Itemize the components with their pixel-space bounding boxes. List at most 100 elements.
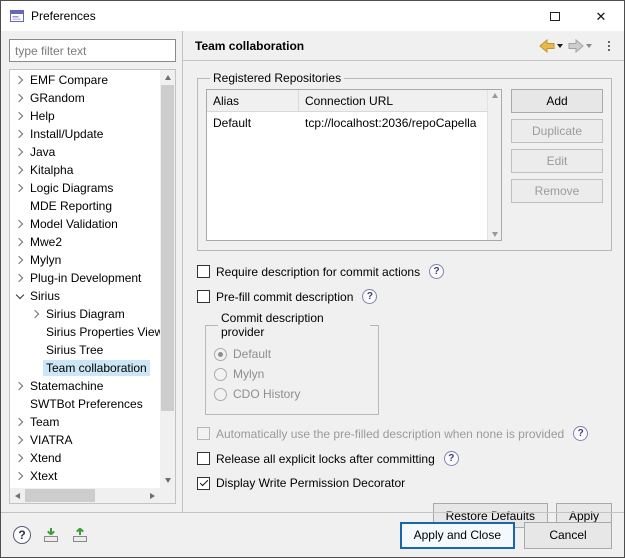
display-decorator-checkbox[interactable] <box>197 477 210 490</box>
table-header: AliasConnection URL <box>207 90 487 112</box>
export-preferences-icon[interactable] <box>71 526 89 544</box>
filter-input[interactable] <box>9 39 176 62</box>
cancel-button[interactable]: Cancel <box>524 522 612 549</box>
prefill-description-checkbox[interactable] <box>197 290 210 303</box>
tree-item[interactable]: Install/Update <box>10 125 160 143</box>
column-header[interactable]: Connection URL <box>299 90 487 111</box>
tree-item-label: Help <box>27 108 58 124</box>
forward-history-dropdown-icon <box>586 44 592 48</box>
commit-description-provider-group: Commit description provider DefaultMylyn… <box>205 311 379 415</box>
scroll-down-icon[interactable] <box>160 473 175 488</box>
registered-repositories-group: Registered Repositories AliasConnection … <box>197 71 612 251</box>
help-icon[interactable]: ? <box>444 451 459 466</box>
scrollbar-thumb[interactable] <box>161 85 174 411</box>
column-header[interactable]: Alias <box>207 90 299 111</box>
expand-chevron[interactable] <box>13 145 27 159</box>
tree-item[interactable]: EMF Compare <box>10 71 160 89</box>
scroll-right-icon[interactable] <box>145 488 160 503</box>
radio-label: Default <box>233 347 271 361</box>
table-row[interactable]: Defaulttcp://localhost:2036/repoCapella <box>207 112 487 133</box>
expand-chevron[interactable] <box>13 451 27 465</box>
tree-item[interactable]: MDE Reporting <box>10 197 160 215</box>
tree-item[interactable]: Sirius Properties View <box>10 323 160 341</box>
radio-label: CDO History <box>233 387 300 401</box>
tree-item[interactable]: Team collaboration <box>10 359 160 377</box>
tree-item[interactable]: Plug-in Development <box>10 269 160 287</box>
provider-radio-list: DefaultMylynCDO History <box>214 347 370 401</box>
expand-chevron[interactable] <box>13 235 27 249</box>
expand-chevron[interactable] <box>13 379 27 393</box>
preferences-tree: EMF CompareGRandomHelpInstall/UpdateJava… <box>10 70 160 488</box>
view-menu-icon[interactable] <box>602 38 616 54</box>
close-button[interactable]: ✕ <box>578 1 624 31</box>
tree-item[interactable]: Sirius <box>10 287 160 305</box>
expand-chevron[interactable] <box>13 73 27 87</box>
tree-item[interactable]: Java <box>10 143 160 161</box>
tree-item[interactable]: Mwe2 <box>10 233 160 251</box>
tree-item-label: Mwe2 <box>27 234 65 250</box>
expand-chevron[interactable] <box>13 181 27 195</box>
help-icon[interactable]: ? <box>13 526 31 544</box>
tree-item-label: Team <box>27 414 62 430</box>
expand-chevron[interactable] <box>13 217 27 231</box>
tree-item[interactable]: VIATRA <box>10 431 160 449</box>
tree-item-label: Plug-in Development <box>27 270 144 286</box>
tree-horizontal-scrollbar[interactable] <box>10 488 160 503</box>
tree-item[interactable]: GRandom <box>10 89 160 107</box>
help-icon[interactable]: ? <box>429 264 444 279</box>
commit-description-provider-label: Commit description provider <box>218 311 370 339</box>
duplicate-button: Duplicate <box>511 119 603 143</box>
expand-chevron[interactable] <box>13 127 27 141</box>
expand-chevron[interactable] <box>13 253 27 267</box>
maximize-button[interactable] <box>532 1 578 31</box>
tree-item[interactable]: Xtend <box>10 449 160 467</box>
tree-item[interactable]: Sirius Tree <box>10 341 160 359</box>
tree-item-label: Kitalpha <box>27 162 76 178</box>
require-description-label: Require description for commit actions <box>216 265 420 279</box>
forward-button[interactable] <box>568 39 592 53</box>
expand-chevron <box>13 199 27 213</box>
tree-item[interactable]: Help <box>10 107 160 125</box>
expand-chevron[interactable] <box>13 91 27 105</box>
apply-and-close-button[interactable]: Apply and Close <box>400 522 515 549</box>
scroll-up-icon <box>492 93 498 98</box>
tree-item[interactable]: Team <box>10 413 160 431</box>
close-icon: ✕ <box>596 10 607 23</box>
expand-chevron[interactable] <box>29 307 43 321</box>
scroll-up-icon[interactable] <box>160 70 175 85</box>
tree-item[interactable]: Model Validation <box>10 215 160 233</box>
expand-chevron[interactable] <box>13 109 27 123</box>
add-button[interactable]: Add <box>511 89 603 113</box>
tree-item[interactable]: Sirius Diagram <box>10 305 160 323</box>
tree-item[interactable]: Kitalpha <box>10 161 160 179</box>
tree-item[interactable]: Xtext <box>10 467 160 485</box>
tree-item-label: Statemachine <box>27 378 106 394</box>
tree-item-label: Model Validation <box>27 216 121 232</box>
release-locks-checkbox[interactable] <box>197 452 210 465</box>
prefill-description-label: Pre-fill commit description <box>216 290 353 304</box>
require-description-checkbox[interactable] <box>197 265 210 278</box>
expand-chevron[interactable] <box>13 433 27 447</box>
alias-cell: Default <box>207 112 299 133</box>
help-icon[interactable]: ? <box>362 289 377 304</box>
expand-chevron[interactable] <box>13 469 27 483</box>
scroll-left-icon[interactable] <box>10 488 25 503</box>
tree-item[interactable]: Statemachine <box>10 377 160 395</box>
table-vertical-scrollbar[interactable] <box>487 90 501 240</box>
tree-item[interactable]: Mylyn <box>10 251 160 269</box>
scrollbar-thumb[interactable] <box>25 489 95 502</box>
tree-item[interactable]: SWTBot Preferences <box>10 395 160 413</box>
preference-page: Team collaboration <box>182 31 624 512</box>
help-icon[interactable]: ? <box>573 426 588 441</box>
tree-item[interactable]: Logic Diagrams <box>10 179 160 197</box>
import-preferences-icon[interactable] <box>42 526 60 544</box>
expand-chevron[interactable] <box>13 163 27 177</box>
maximize-icon <box>550 12 560 21</box>
display-decorator-label: Display Write Permission Decorator <box>216 476 405 490</box>
expand-chevron[interactable] <box>13 271 27 285</box>
expand-chevron[interactable] <box>13 289 27 303</box>
back-button[interactable] <box>539 39 563 53</box>
expand-chevron[interactable] <box>13 415 27 429</box>
tree-vertical-scrollbar[interactable] <box>160 70 175 488</box>
preferences-dialog: Preferences ✕ EMF CompareGRandomHelpInst… <box>0 0 625 558</box>
